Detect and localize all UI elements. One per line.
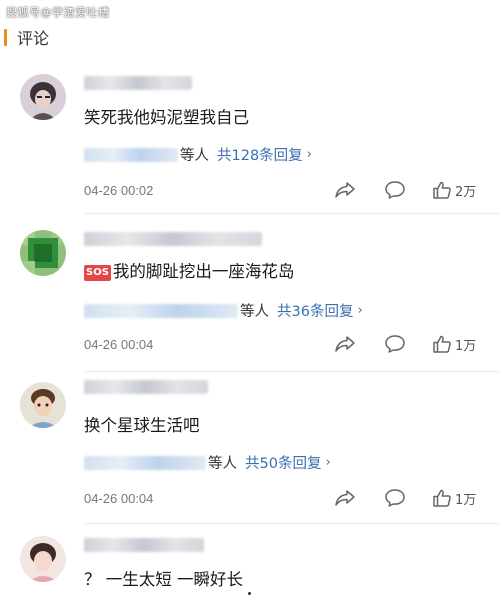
share-button[interactable]	[334, 335, 356, 353]
view-replies-link[interactable]: 共50条回复 ›	[245, 452, 331, 473]
like-button[interactable]: 1万	[432, 488, 476, 508]
comment-text: SOS 我的脚趾挖出一座海花岛	[84, 258, 294, 282]
share-icon	[335, 490, 355, 506]
comment-item: SOS 我的脚趾挖出一座海花岛 等人 共36条回复 › 04-26 00:04 1…	[0, 214, 500, 372]
reply-count-text: 共50条回复	[245, 456, 322, 472]
replier-names-blurred	[84, 455, 206, 470]
avatar[interactable]	[20, 230, 66, 276]
comment-button[interactable]	[384, 488, 406, 508]
username-blurred[interactable]	[84, 538, 204, 552]
chevron-right-icon: ›	[306, 147, 312, 162]
comment-item: 笑死我他妈泥塑我自己 等人 共128条回复 › 04-26 00:02 2万	[0, 56, 500, 214]
comment-text: 换个星球生活吧	[84, 416, 200, 435]
reply-suffix: 等人	[208, 456, 237, 472]
comment-meta: 04-26 00:02 2万	[84, 180, 484, 200]
share-button[interactable]	[334, 181, 356, 199]
reply-count-text: 共36条回复	[277, 304, 354, 320]
thumbs-up-icon	[433, 181, 451, 199]
replier-names-blurred	[84, 303, 238, 318]
username-blurred[interactable]	[84, 76, 192, 90]
comment-bubble-icon	[385, 335, 405, 353]
username-blurred[interactable]	[84, 232, 262, 246]
sos-badge-icon: SOS	[84, 265, 111, 281]
chevron-right-icon: ›	[357, 303, 363, 318]
reply-summary[interactable]: 等人 共36条回复 ›	[84, 300, 363, 321]
comment-text: 笑死我他妈泥塑我自己	[84, 108, 249, 127]
share-icon	[335, 336, 355, 352]
comment-item: ？ 一生太短 一瞬好长	[0, 524, 500, 599]
comment-button[interactable]	[384, 334, 406, 354]
chevron-right-icon: ›	[325, 455, 331, 470]
comment-text-body: 我的脚趾挖出一座海花岛	[112, 262, 295, 281]
watermark: 搜狐号@学渣爱吐槽	[6, 6, 110, 19]
comment-time: 04-26 00:04	[84, 336, 154, 352]
like-count: 2万	[455, 184, 477, 200]
comment-time: 04-26 00:04	[84, 490, 154, 506]
view-replies-link[interactable]: 共36条回复 ›	[277, 300, 363, 321]
reply-count-text: 共128条回复	[217, 148, 303, 164]
share-icon	[335, 182, 355, 198]
like-button[interactable]: 2万	[432, 180, 476, 200]
reply-suffix: 等人	[180, 148, 209, 164]
avatar[interactable]	[20, 74, 66, 120]
comments-section-header: 评论	[0, 24, 500, 50]
thumbs-up-icon	[433, 335, 451, 353]
view-replies-link[interactable]: 共128条回复 ›	[217, 144, 312, 165]
reply-suffix: 等人	[240, 304, 269, 320]
scroll-indicator-dot	[248, 592, 251, 595]
like-count: 1万	[455, 338, 477, 354]
reply-summary[interactable]: 等人 共50条回复 ›	[84, 452, 331, 473]
comment-bubble-icon	[385, 489, 405, 507]
like-button[interactable]: 1万	[432, 334, 476, 354]
comment-item: 换个星球生活吧 等人 共50条回复 › 04-26 00:04 1万	[0, 372, 500, 524]
comment-text: ？ 一生太短 一瞬好长	[84, 570, 243, 589]
comment-meta: 04-26 00:04 1万	[84, 488, 484, 508]
username-blurred[interactable]	[84, 380, 208, 394]
share-button[interactable]	[334, 489, 356, 507]
section-accent-bar	[4, 28, 7, 46]
thumbs-up-icon	[433, 489, 451, 507]
avatar[interactable]	[20, 536, 66, 582]
avatar[interactable]	[20, 382, 66, 428]
comment-time: 04-26 00:02	[84, 182, 154, 198]
like-count: 1万	[455, 492, 477, 508]
section-title: 评论	[17, 29, 50, 48]
comment-button[interactable]	[384, 180, 406, 200]
comment-meta: 04-26 00:04 1万	[84, 334, 484, 354]
comment-bubble-icon	[385, 181, 405, 199]
replier-names-blurred	[84, 147, 178, 162]
reply-summary[interactable]: 等人 共128条回复 ›	[84, 144, 312, 165]
